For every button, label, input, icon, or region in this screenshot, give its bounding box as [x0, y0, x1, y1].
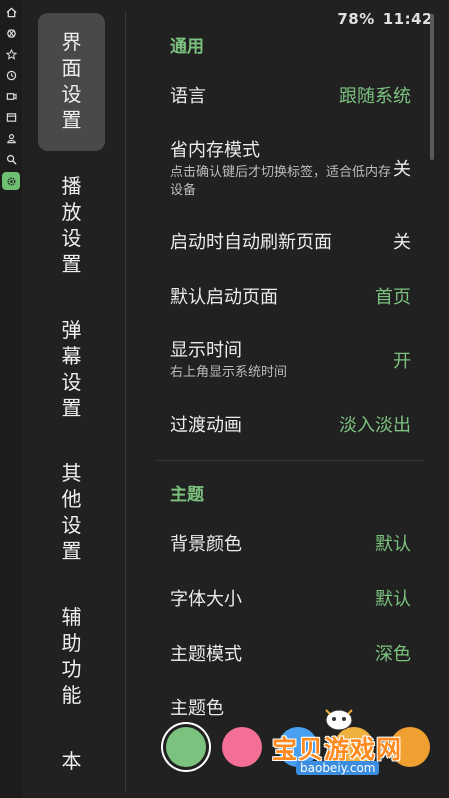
category-label: 界 面 设 置 [61, 30, 82, 132]
settings-icon[interactable] [2, 172, 20, 190]
category-interface-settings[interactable]: 界 面 设 置 [38, 13, 105, 151]
scrollbar[interactable] [430, 14, 434, 160]
category-accessibility[interactable]: 辅 助 功 能 [38, 604, 105, 708]
setting-label: 显示时间 [170, 340, 242, 361]
theme-color-swatch-pink[interactable] [222, 727, 262, 767]
watermark: 宝贝游戏网 baobeiy.com [272, 704, 422, 778]
category-label: 播 放 设 置 [61, 174, 82, 276]
setting-theme-mode[interactable]: 主题模式 深色 [170, 640, 411, 666]
section-general-title: 通用 [170, 37, 204, 57]
setting-default-page[interactable]: 默认启动页面 首页 [170, 283, 411, 309]
setting-language[interactable]: 语言 跟随系统 [170, 82, 411, 108]
setting-value: 关 [393, 232, 411, 253]
watermark-url: baobeiy.com [296, 761, 380, 775]
icon-rail [0, 0, 22, 798]
setting-transition[interactable]: 过渡动画 淡入淡出 [170, 411, 411, 437]
battery-level: 78% [337, 10, 375, 28]
setting-label: 省内存模式 [170, 140, 260, 161]
section-divider [157, 460, 424, 461]
history-icon[interactable] [2, 66, 20, 84]
category-label: 其 他 设 置 [61, 461, 82, 563]
setting-value: 默认 [375, 589, 411, 610]
category-other-settings[interactable]: 其 他 设 置 [38, 460, 105, 564]
setting-show-time[interactable]: 显示时间 右上角显示系统时间 开 [170, 336, 411, 382]
category-label: 本 [61, 749, 82, 773]
column-divider [125, 12, 126, 792]
section-theme-title: 主题 [170, 485, 204, 505]
bilibili-icon[interactable] [2, 24, 20, 42]
setting-font-size[interactable]: 字体大小 默认 [170, 585, 411, 611]
mascot-icon [325, 709, 353, 731]
user-icon[interactable] [2, 129, 20, 147]
home-icon[interactable] [2, 3, 20, 21]
setting-description: 右上角显示系统时间 [170, 365, 288, 380]
category-playback-settings[interactable]: 播 放 设 置 [38, 173, 105, 277]
window-icon[interactable] [2, 108, 20, 126]
setting-value: 默认 [375, 534, 411, 555]
setting-label: 启动时自动刷新页面 [170, 232, 332, 253]
clock: 11:42 [382, 10, 433, 28]
status-bar: 78% 11:42 [337, 10, 433, 28]
setting-auto-refresh[interactable]: 启动时自动刷新页面 关 [170, 228, 411, 254]
setting-background-color[interactable]: 背景颜色 默认 [170, 530, 411, 556]
theme-color-swatch-green[interactable] [166, 727, 206, 767]
star-icon[interactable] [2, 45, 20, 63]
setting-memory-mode[interactable]: 省内存模式 点击确认键后才切换标签，适合低内存设备 关 [170, 136, 411, 200]
setting-value: 深色 [375, 644, 411, 665]
setting-description: 点击确认键后才切换标签，适合低内存设备 [170, 165, 392, 198]
setting-value: 首页 [375, 287, 411, 308]
setting-value: 关 [393, 159, 411, 180]
setting-value: 开 [393, 351, 411, 372]
category-danmaku-settings[interactable]: 弹 幕 设 置 [38, 317, 105, 421]
live-icon[interactable] [2, 87, 20, 105]
search-icon[interactable] [2, 150, 20, 168]
setting-value: 跟随系统 [339, 86, 411, 107]
category-label: 辅 助 功 能 [61, 605, 82, 707]
category-about[interactable]: 本 [38, 748, 105, 774]
category-label: 弹 幕 设 置 [61, 318, 82, 420]
setting-value: 淡入淡出 [339, 415, 411, 436]
